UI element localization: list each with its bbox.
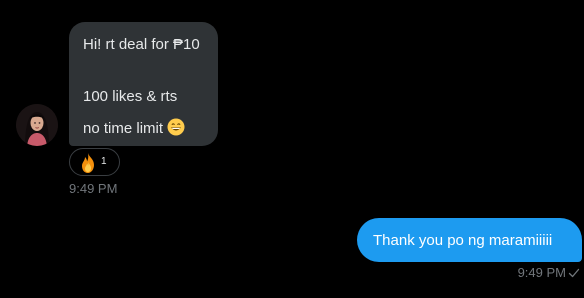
message-line: 100 likes & rts bbox=[83, 88, 178, 105]
reaction-pill[interactable]: 1 bbox=[69, 148, 120, 176]
message-line-with-emoji: no time limit bbox=[83, 118, 185, 138]
checkmark-icon bbox=[568, 266, 580, 278]
reaction-count: 1 bbox=[101, 156, 107, 167]
grinning-face-icon bbox=[167, 118, 185, 136]
incoming-message-bubble[interactable]: Hi! rt deal for ₱10 100 likes & rts no t… bbox=[69, 22, 218, 146]
message-line: no time limit bbox=[83, 120, 164, 137]
message-timestamp: 9:49 PM bbox=[69, 181, 118, 196]
avatar[interactable] bbox=[16, 104, 58, 146]
message-text: Thank you po ng maramiiiii bbox=[373, 232, 553, 249]
message-timestamp: 9:49 PM bbox=[517, 265, 566, 280]
avatar-image bbox=[16, 104, 58, 146]
outgoing-message-bubble[interactable]: Thank you po ng maramiiiii bbox=[357, 218, 582, 262]
fire-icon bbox=[77, 152, 99, 174]
message-line: Hi! rt deal for ₱10 bbox=[83, 36, 200, 53]
